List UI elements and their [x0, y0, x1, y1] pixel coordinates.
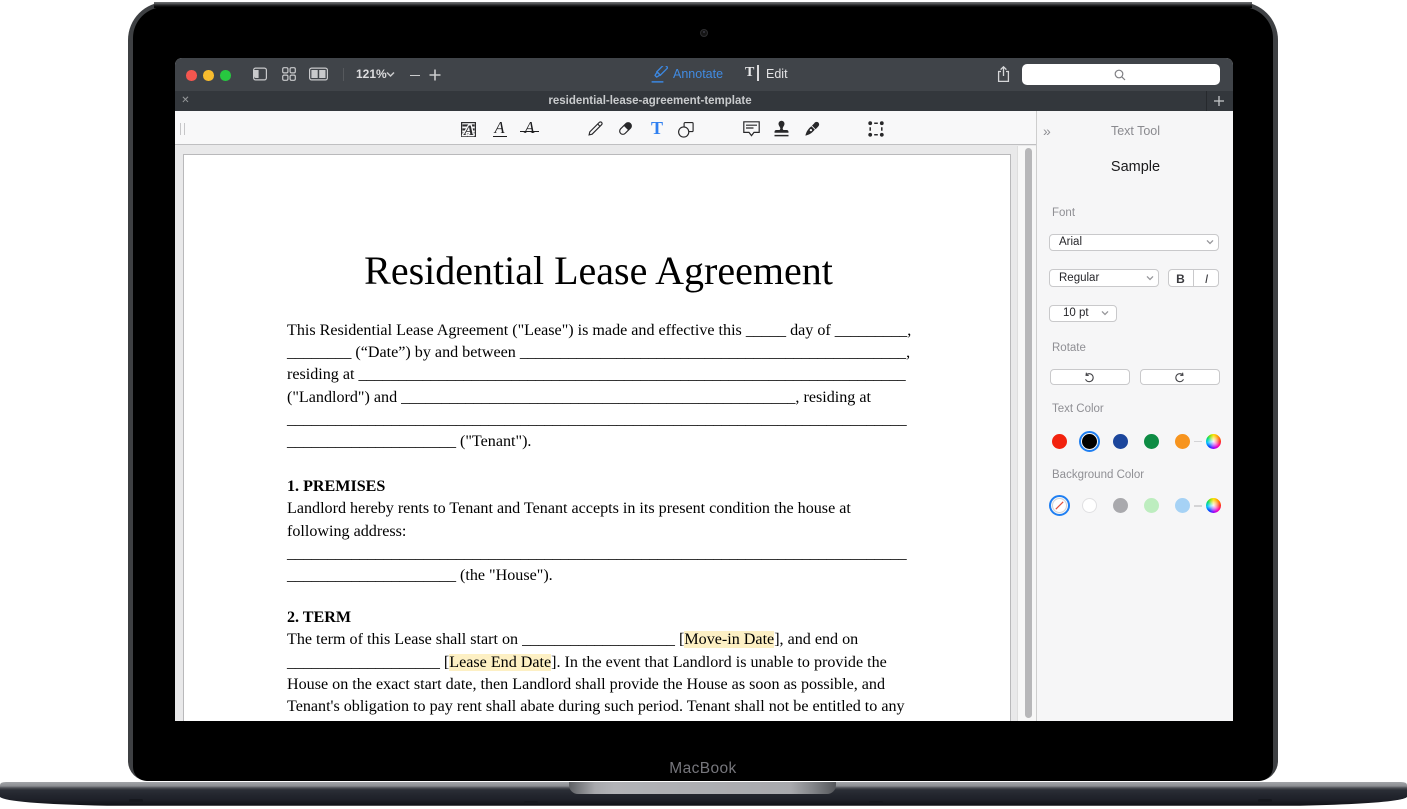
svg-text:A: A [463, 123, 474, 137]
